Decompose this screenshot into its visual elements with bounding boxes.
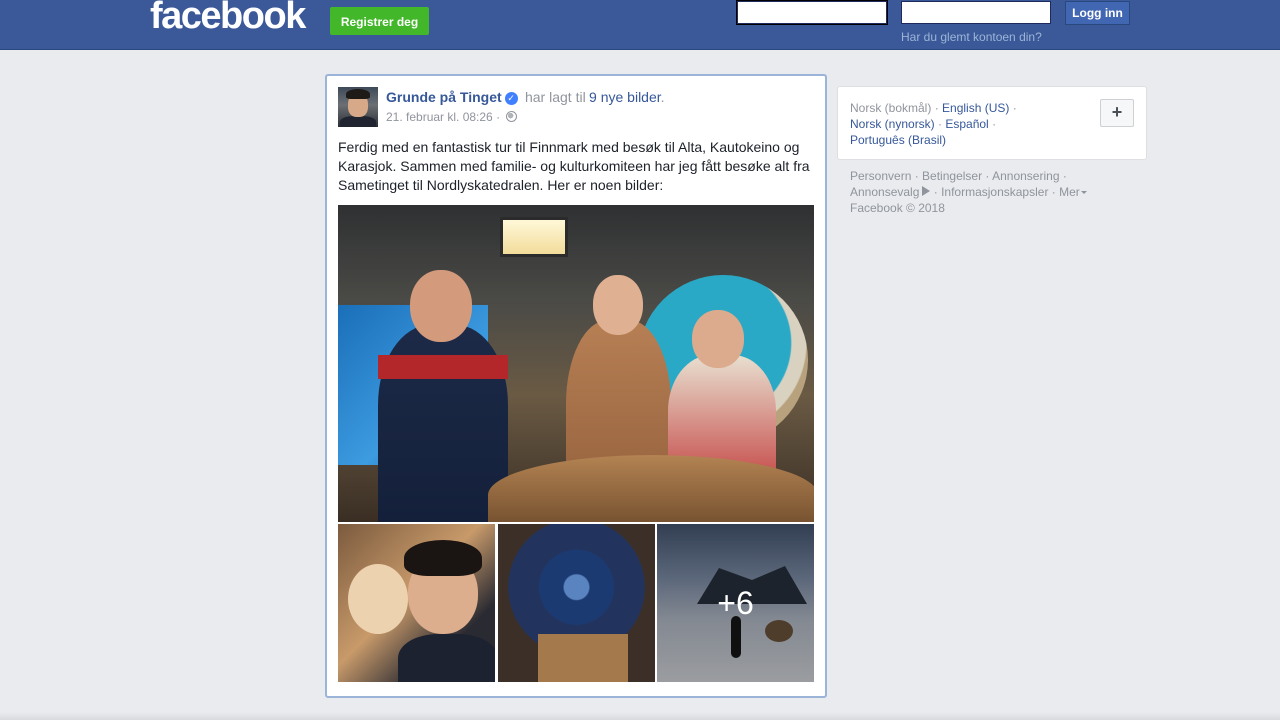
main-photo[interactable] (338, 205, 814, 522)
email-input[interactable] (736, 0, 888, 25)
forgot-account-link[interactable]: Har du glemt kontoen din? (901, 30, 1042, 44)
password-input[interactable] (901, 1, 1051, 24)
top-bar: facebook Registrer deg Logg inn Har du g… (0, 0, 1280, 50)
more-photos-count[interactable]: +6 (657, 524, 814, 682)
post-meta: 21. februar kl. 08:26 · (386, 110, 518, 124)
new-photos-link[interactable]: 9 nye bilder (589, 89, 661, 105)
language-current: Norsk (bokmål) (850, 101, 932, 115)
adchoices-icon (922, 186, 931, 196)
bottom-bar-edge (0, 712, 1280, 720)
photo-thumbnail[interactable] (338, 524, 495, 682)
author-name[interactable]: Grunde på Tinget (386, 89, 502, 105)
footer-terms-link[interactable]: Betingelser (922, 169, 982, 183)
login-button[interactable]: Logg inn (1065, 1, 1130, 25)
caret-down-icon (1080, 191, 1087, 194)
photo-thumbnail[interactable] (498, 524, 655, 682)
globe-icon[interactable] (506, 111, 518, 122)
meta-separator: · (496, 110, 501, 124)
language-option-portugues[interactable]: Português (Brasil) (850, 133, 946, 147)
verified-badge-icon: ✓ (504, 92, 518, 105)
language-selector: Norsk (bokmål) · English (US) · Norsk (n… (837, 86, 1147, 160)
facebook-logo[interactable]: facebook (150, 0, 306, 38)
language-list: Norsk (bokmål) · English (US) · Norsk (n… (850, 101, 1017, 147)
author-avatar[interactable] (338, 87, 378, 127)
language-option-nynorsk[interactable]: Norsk (nynorsk) (850, 117, 935, 131)
footer-advertising-link[interactable]: Annonsering (992, 169, 1059, 183)
post-action-period: . (660, 89, 665, 105)
footer-adchoices-link[interactable]: Annonsevalg (850, 185, 919, 199)
post-text: Ferdig med en fantastisk tur til Finnmar… (338, 139, 810, 193)
footer-more-link[interactable]: Mer (1059, 185, 1080, 199)
add-language-button[interactable]: + (1100, 99, 1134, 127)
footer-copyright: Facebook © 2018 (850, 201, 945, 215)
register-button[interactable]: Registrer deg (330, 7, 429, 35)
footer-cookies-link[interactable]: Informasjonskapsler (941, 185, 1048, 199)
post-timestamp[interactable]: 21. februar kl. 08:26 (386, 110, 493, 124)
footer-privacy-link[interactable]: Personvern (850, 169, 911, 183)
post-header: Grunde på Tinget ✓ har lagt til 9 nye bil… (386, 89, 806, 105)
language-option-espanol[interactable]: Español (945, 117, 988, 131)
post-action-text: har lagt til (524, 89, 586, 105)
footer-links: Personvern · Betingelser · Annonsering ·… (850, 168, 1140, 216)
language-option-english[interactable]: English (US) (942, 101, 1009, 115)
photo-thumbnail-more[interactable]: +6 (657, 524, 814, 682)
post-card: Grunde på Tinget ✓ har lagt til 9 nye bil… (325, 74, 827, 698)
